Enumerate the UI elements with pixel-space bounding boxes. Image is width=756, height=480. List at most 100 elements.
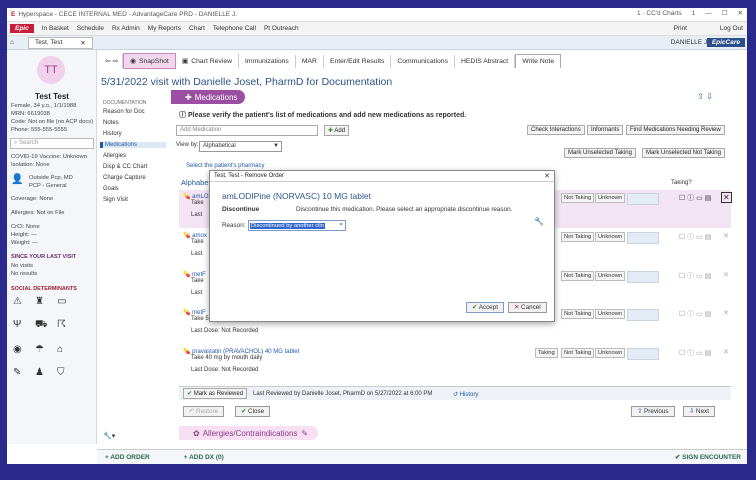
row-action-icons[interactable]: ☐ ⓘ ▭ ▤ [679, 309, 711, 319]
menu-medications[interactable]: Medications [100, 142, 166, 148]
not-taking-button[interactable]: Not Taking [561, 271, 595, 281]
row-action-icons[interactable]: ☐ ⓘ ▭ ▤ [679, 348, 711, 358]
add-medication-button[interactable]: ✚ Add [324, 125, 350, 136]
unknown-button[interactable]: Unknown [595, 271, 626, 281]
sidebar-search-input[interactable]: ⌕ Search [10, 138, 94, 149]
dialog-close-icon[interactable]: ✕ [544, 172, 550, 180]
history-link[interactable]: ↺ History [453, 391, 478, 398]
reason-input[interactable]: Discontinued by another clin ⌕ [248, 220, 346, 231]
restore-button[interactable]: ↶ Restore [183, 406, 225, 417]
rx-admin-link[interactable]: Rx Admin [112, 25, 140, 32]
pcp-name[interactable]: Outside Pcp, MD [29, 175, 73, 181]
informants-button[interactable]: Informants [587, 125, 624, 135]
minimize-icon[interactable]: — [705, 10, 712, 17]
chart-link[interactable]: Chart [189, 25, 205, 32]
mark-unselected-not-taking-button[interactable]: Mark Unselected Not Taking [642, 148, 725, 158]
cancel-button[interactable]: ✕ Cancel [508, 302, 547, 313]
tobacco-icon[interactable]: ◉ [13, 344, 35, 355]
previous-button[interactable]: ⇧ Previous [631, 406, 675, 417]
logout-link[interactable]: Log Out [720, 25, 743, 32]
menu-history[interactable]: History [103, 131, 122, 137]
maximize-icon[interactable]: ☐ [722, 9, 728, 17]
not-taking-button[interactable]: Not Taking [561, 193, 595, 203]
ccd-charts[interactable]: 1 · CC'd Charts [637, 10, 682, 17]
menu-charge-capture[interactable]: Charge Capture [103, 175, 146, 181]
wrench-settings-icon[interactable]: 🔧▾ [103, 432, 115, 440]
discontinue-icon[interactable]: ✕ [723, 271, 729, 279]
taking-note-field[interactable] [627, 348, 659, 360]
financial-icon[interactable]: ▭ [57, 296, 79, 307]
menu-reason-for-doc[interactable]: Reason for Doc [103, 109, 145, 115]
view-by-select[interactable]: Alphabetical ▼ [199, 141, 282, 152]
unknown-button[interactable]: Unknown [595, 309, 626, 319]
mark-as-reviewed-button[interactable]: ✔ Mark as Reviewed [183, 388, 248, 399]
accept-button[interactable]: ✔ Accept [466, 302, 504, 313]
patient-tab[interactable]: Test, Test ✕ [27, 36, 93, 49]
menu-sign-visit[interactable]: Sign Visit [103, 197, 128, 203]
search-icon[interactable]: ⌕ [339, 221, 343, 229]
add-order-button[interactable]: + ADD ORDER [105, 454, 150, 461]
discontinue-icon[interactable]: ✕ [723, 348, 729, 356]
allergies-header[interactable]: ✿ Allergies/Contraindications ✎ [179, 426, 319, 440]
menu-goals[interactable]: Goals [103, 186, 119, 192]
taking-note-field[interactable] [627, 271, 659, 283]
not-taking-button[interactable]: Not Taking [561, 348, 595, 358]
alcohol-icon[interactable]: ♜ [35, 296, 57, 307]
hedis-abstract-tab[interactable]: HEDIS Abstract [455, 54, 516, 68]
chart-count[interactable]: 1 [692, 10, 696, 17]
taking-note-field[interactable] [627, 309, 659, 321]
telephone-call-link[interactable]: Telephone Call [213, 25, 256, 32]
mark-unselected-taking-button[interactable]: Mark Unselected Taking [564, 148, 636, 158]
schedule-link[interactable]: Schedule [77, 25, 104, 32]
medications-header[interactable]: ✚ Medications [171, 90, 246, 104]
row-action-icons[interactable]: ☐ ⓘ ▭ ▤ [679, 232, 711, 242]
discontinue-icon[interactable]: ✕ [723, 232, 729, 240]
close-tab-icon[interactable]: ✕ [80, 39, 85, 47]
unknown-button[interactable]: Unknown [595, 193, 626, 203]
chart-review-tab[interactable]: ▣ Chart Review [176, 54, 240, 68]
find-meds-needing-review-button[interactable]: Find Medications Needing Review [626, 125, 725, 135]
sign-encounter-button[interactable]: ✔ SIGN ENCOUNTER [675, 453, 741, 461]
check-interactions-button[interactable]: Check Interactions [527, 125, 585, 135]
menu-disp-cc-chart[interactable]: Disp & CC Chart [103, 164, 147, 170]
depression-icon[interactable]: ✎ [13, 367, 35, 378]
transport-icon[interactable]: ⛟ [35, 319, 57, 332]
select-pharmacy-link[interactable]: Select the patient's pharmacy [186, 163, 265, 169]
safety-icon[interactable]: ⛉ [57, 367, 79, 378]
write-note-tab[interactable]: Write Note [515, 54, 562, 68]
immunizations-tab[interactable]: Immunizations [239, 54, 296, 68]
intimate-icon[interactable]: ♟ [35, 367, 57, 378]
print-link[interactable]: Print [674, 25, 687, 32]
wrench-icon[interactable]: 🔧 [534, 217, 544, 226]
taking-note-field[interactable] [627, 232, 659, 244]
menu-allergies[interactable]: Allergies [103, 153, 126, 159]
in-basket-link[interactable]: In Basket [42, 25, 69, 32]
row-action-icons[interactable]: ☐ ⓘ ▭ ▤ [679, 193, 711, 203]
home-icon[interactable]: ⌂ [10, 39, 14, 46]
close-icon[interactable]: ✕ [738, 9, 743, 17]
add-dx-button[interactable]: + ADD DX (0) [184, 454, 224, 461]
communications-tab[interactable]: Communications [391, 54, 455, 68]
epic-menu-button[interactable]: Epic [10, 24, 34, 33]
not-taking-button[interactable]: Not Taking [561, 232, 595, 242]
pencil-icon[interactable]: ✎ [301, 429, 308, 438]
patient-name[interactable]: Test Test [7, 92, 97, 101]
mar-tab[interactable]: MAR [296, 54, 324, 68]
my-reports-link[interactable]: My Reports [148, 25, 181, 32]
row-action-icons[interactable]: ☐ ⓘ ▭ ▤ [679, 271, 711, 281]
discontinue-icon[interactable]: ✕ [721, 192, 732, 203]
add-medication-input[interactable]: Add Medication [176, 125, 318, 136]
sort-arrows-icon[interactable]: ⇧ ⇩ [697, 92, 713, 101]
housing-icon[interactable]: ⌂ [57, 344, 79, 355]
discontinue-icon[interactable]: ✕ [723, 309, 729, 317]
food-icon[interactable]: Ψ [13, 319, 35, 332]
stress-icon[interactable]: ⚠ [13, 296, 35, 307]
menu-notes[interactable]: Notes [103, 120, 119, 126]
taking-note-field[interactable] [627, 193, 659, 205]
close-button[interactable]: ✔ Close [235, 406, 271, 417]
enter-edit-results-tab[interactable]: Enter/Edit Results [324, 54, 392, 68]
not-taking-button[interactable]: Not Taking [561, 309, 595, 319]
social-icon[interactable]: ☂ [35, 344, 57, 355]
taking-button[interactable]: Taking [535, 348, 558, 358]
unknown-button[interactable]: Unknown [595, 232, 626, 242]
